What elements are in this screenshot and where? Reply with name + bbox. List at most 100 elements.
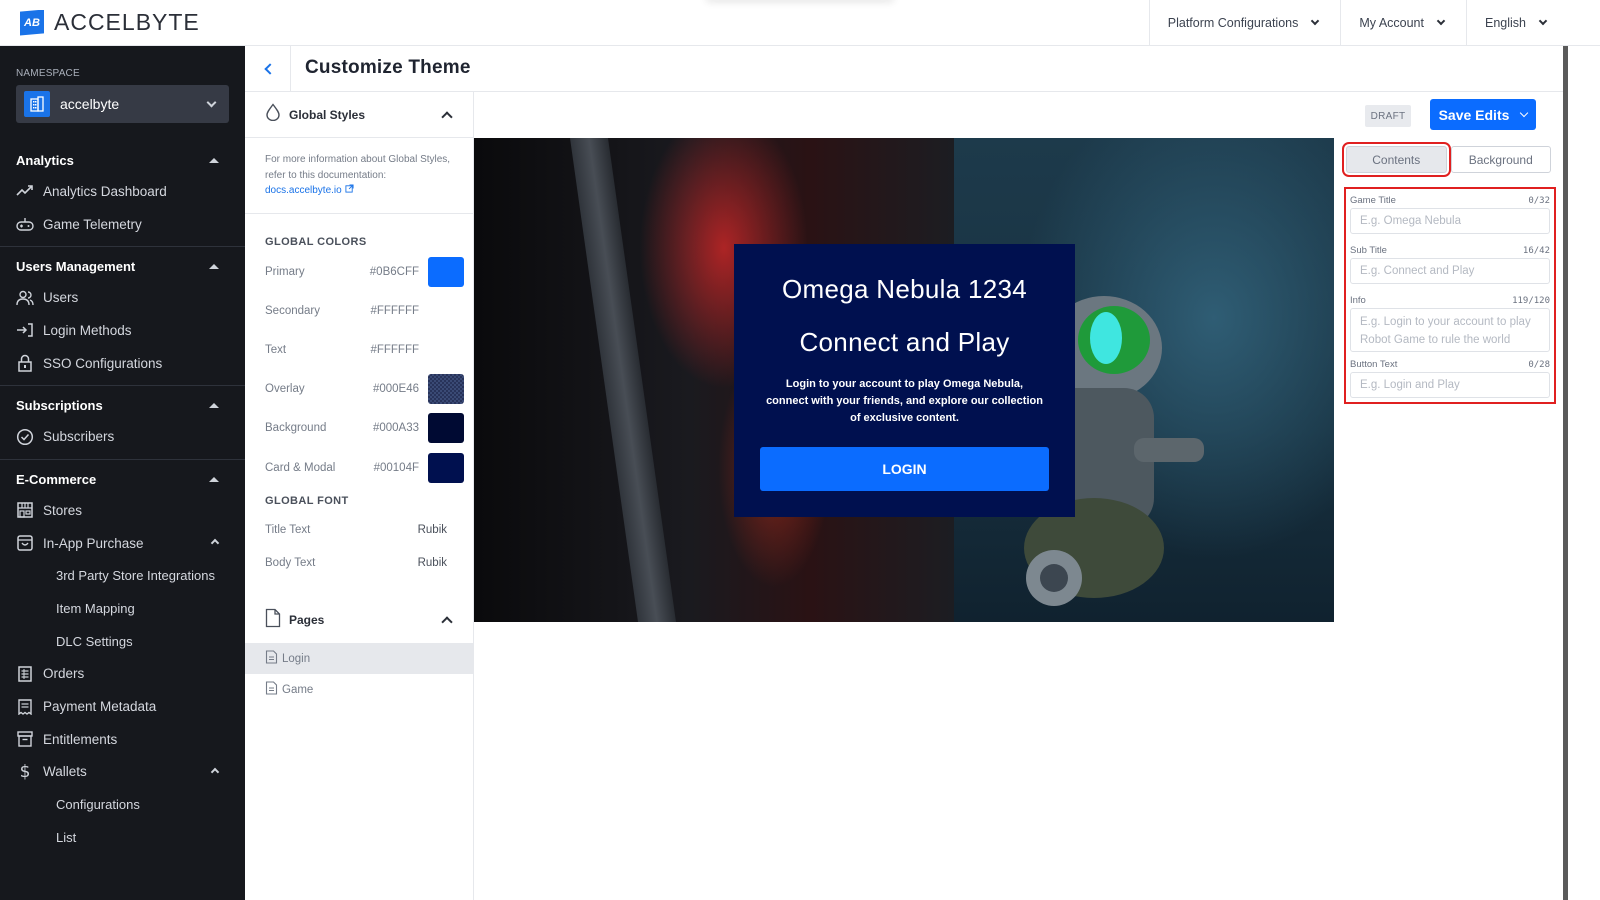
main-content: Customize Theme Global Styles For more i…	[245, 46, 1563, 900]
sidebar-item-entitlements[interactable]: Entitlements	[0, 723, 245, 756]
status-badge: DRAFT	[1365, 105, 1411, 127]
tab-background[interactable]: Background	[1450, 146, 1551, 173]
store-icon	[16, 501, 34, 519]
char-count: 119/120	[1512, 296, 1550, 306]
color-hex: #FFFFFF	[370, 304, 419, 317]
color-hex: #0B6CFF	[369, 265, 419, 278]
menu-label: Platform Configurations	[1167, 16, 1299, 30]
field-label: Button Text	[1350, 359, 1398, 370]
page-item-login[interactable]: Login	[245, 643, 473, 675]
sidebar-item-3rd-party-store-integrations[interactable]: 3rd Party Store Integrations	[0, 560, 245, 593]
namespace-select[interactable]: accelbyte	[16, 85, 229, 123]
namespace-label: NAMESPACE	[16, 68, 80, 79]
color-swatch[interactable]	[428, 335, 464, 365]
sidebar-item-orders[interactable]: Orders	[0, 658, 245, 691]
platform-configurations-menu[interactable]: Platform Configurations	[1148, 0, 1341, 46]
sidebar-item-label: SSO Configurations	[43, 355, 163, 371]
nav-section-header[interactable]: E-Commerce	[0, 464, 245, 494]
button-text-input[interactable]: E.g. Login and Play	[1350, 372, 1550, 398]
sidebar-item-label: Stores	[43, 502, 83, 518]
users-icon	[16, 289, 34, 307]
nav-section-header[interactable]: Analytics	[0, 145, 245, 175]
file-icon	[265, 608, 281, 633]
my-account-menu[interactable]: My Account	[1340, 0, 1466, 46]
sub-title-input[interactable]: E.g. Connect and Play	[1350, 258, 1550, 284]
sidebar-item-item-mapping[interactable]: Item Mapping	[0, 592, 245, 625]
sidebar-item-users[interactable]: Users	[0, 281, 245, 314]
preview-login-button[interactable]: LOGIN	[760, 447, 1049, 491]
docs-link[interactable]: docs.accelbyte.io	[265, 184, 354, 196]
pages-header[interactable]: Pages	[245, 597, 473, 643]
color-hex: #000A33	[372, 422, 419, 435]
info-textarea[interactable]: E.g. Login to your account to play Robot…	[1350, 308, 1550, 352]
chevron-down-icon	[1520, 108, 1529, 117]
sidebar-item-wallet-list[interactable]: List	[0, 821, 245, 854]
color-swatch[interactable]	[428, 256, 464, 287]
preview-game-title: Omega Nebula 1234	[781, 274, 1028, 304]
nav-section-header[interactable]: Subscriptions	[0, 390, 245, 420]
color-hex: #000E46	[372, 383, 419, 396]
color-swatch[interactable]	[428, 374, 464, 405]
game-title-input[interactable]: E.g. Omega Nebula	[1350, 208, 1550, 234]
back-button[interactable]	[245, 46, 291, 92]
field-label: Info	[1350, 295, 1366, 306]
sidebar-item-game-telemetry[interactable]: Game Telemetry	[0, 208, 245, 241]
color-swatch[interactable]	[428, 452, 464, 483]
char-count: 0/28	[1528, 360, 1550, 370]
document-icon	[265, 650, 278, 667]
font-label: Title Text	[265, 523, 311, 536]
sidebar-item-payment-metadata[interactable]: Payment Metadata	[0, 690, 245, 723]
content-fields: Game Title 0/32 E.g. Omega Nebula Sub Ti…	[1344, 187, 1556, 404]
language-menu[interactable]: English	[1466, 0, 1568, 46]
sidebar-item-label: Users	[43, 290, 79, 306]
color-swatch[interactable]	[428, 296, 464, 326]
sidebar-nav: Analytics Analytics Dashboard Game Telem…	[0, 141, 245, 860]
nav-section-e-commerce: E-Commerce Stores In-App Purchase 3rd Pa…	[0, 460, 245, 860]
sidebar-item-label: Payment Metadata	[43, 699, 157, 715]
nav-section-users-management: Users Management Users Login Methods SSO…	[0, 247, 245, 387]
section-title: Users Management	[16, 258, 136, 274]
accelbyte-logo[interactable]: AB ACCELBYTE	[20, 9, 200, 36]
pages-title: Pages	[289, 613, 325, 628]
page-item-game[interactable]: Game	[245, 674, 473, 705]
info-text: For more information about Global Styles…	[265, 154, 451, 181]
collapse-icon	[209, 157, 219, 163]
sidebar-item-sso-configurations[interactable]: SSO Configurations	[0, 347, 245, 380]
sidebar-item-label: Entitlements	[43, 731, 118, 747]
document-icon	[265, 681, 278, 698]
field-label: Game Title	[1350, 195, 1396, 206]
sidebar-item-label: 3rd Party Store Integrations	[56, 568, 215, 584]
field-header: Button Text 0/28	[1350, 356, 1550, 370]
trending-up-icon	[16, 182, 34, 200]
collapse-icon	[209, 402, 219, 408]
sidebar-item-wallet-configurations[interactable]: Configurations	[0, 788, 245, 821]
sidebar-item-analytics-dashboard[interactable]: Analytics Dashboard	[0, 175, 245, 208]
sidebar-item-wallets[interactable]: $ Wallets	[0, 756, 245, 789]
sidebar-item-subscribers[interactable]: Subscribers	[0, 420, 245, 453]
chevron-down-icon	[1436, 16, 1446, 26]
sidebar-item-login-methods[interactable]: Login Methods	[0, 314, 245, 347]
global-styles-header[interactable]: Global Styles	[245, 92, 473, 138]
color-label: Text	[265, 343, 287, 356]
brand-name: ACCELBYTE	[54, 9, 200, 35]
lock-icon	[16, 354, 34, 372]
tab-contents[interactable]: Contents	[1342, 142, 1451, 177]
global-styles-info: For more information about Global Styles…	[245, 138, 473, 214]
nav-section-header[interactable]: Users Management	[0, 251, 245, 281]
sidebar-item-in-app-purchase[interactable]: In-App Purchase	[0, 527, 245, 560]
invoice-icon	[16, 698, 34, 716]
sidebar-item-label: Item Mapping	[56, 601, 135, 617]
chevron-left-icon	[263, 63, 276, 75]
content-editor-panel: Contents Background Game Title 0/32 E.g.…	[1340, 142, 1556, 404]
badge-check-icon	[16, 428, 34, 446]
page-scrollbar[interactable]	[1563, 46, 1568, 900]
save-edits-button[interactable]: Save Edits	[1430, 99, 1536, 130]
nav-section-subscriptions: Subscriptions Subscribers	[0, 386, 245, 461]
font-row-body[interactable]: Body Text Rubik	[245, 546, 473, 579]
color-swatch[interactable]	[428, 413, 464, 444]
sidebar-item-dlc-settings[interactable]: DLC Settings	[0, 625, 245, 658]
font-row-title[interactable]: Title Text Rubik	[245, 513, 473, 546]
field-header: Sub Title 16/42	[1350, 242, 1550, 256]
sidebar-item-stores[interactable]: Stores	[0, 494, 245, 527]
namespace-value: accelbyte	[60, 96, 120, 112]
